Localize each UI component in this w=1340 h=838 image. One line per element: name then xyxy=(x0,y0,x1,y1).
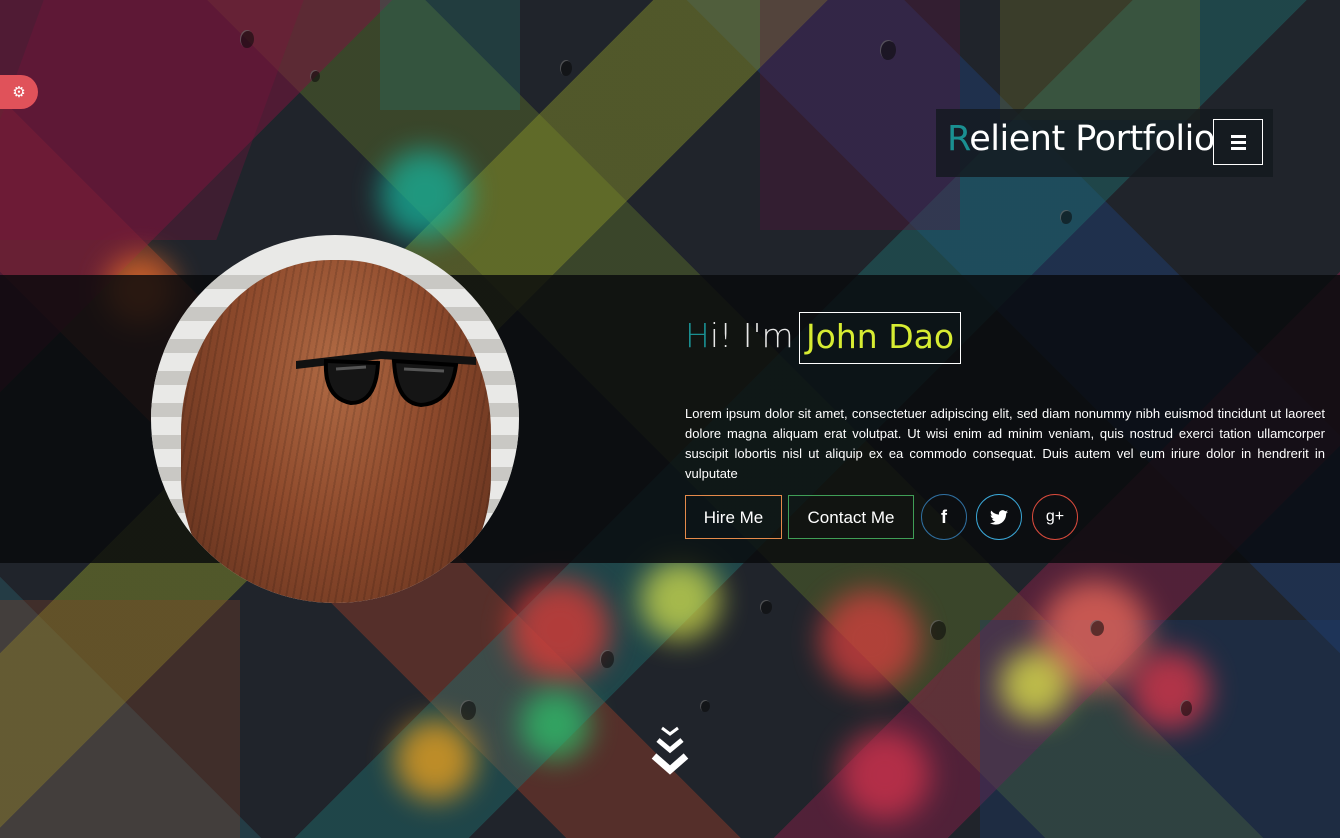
person-name: John Dao xyxy=(799,312,961,364)
bio-paragraph: Lorem ipsum dolor sit amet, consectetuer… xyxy=(685,406,1325,481)
site-title-rest: elient Portfolio xyxy=(969,119,1215,159)
google-plus-icon: g+ xyxy=(1045,508,1065,525)
hamburger-icon xyxy=(1230,134,1246,138)
site-title-initial: R xyxy=(947,119,970,159)
facebook-icon: f xyxy=(941,506,947,527)
twitter-button[interactable] xyxy=(976,494,1022,540)
scroll-down-button[interactable] xyxy=(650,724,690,784)
site-title[interactable]: Relient Portfolio xyxy=(947,117,1215,161)
chevrons-down-icon xyxy=(651,726,689,775)
settings-toggle-button[interactable]: ⚙ xyxy=(0,75,38,109)
twitter-icon xyxy=(990,509,1008,525)
hire-me-button[interactable]: Hire Me xyxy=(685,495,782,539)
menu-button[interactable] xyxy=(1213,119,1263,165)
gear-icon: ⚙ xyxy=(12,84,26,101)
profile-photo xyxy=(151,235,519,603)
google-plus-button[interactable]: g+ xyxy=(1032,494,1078,540)
contact-me-button[interactable]: Contact Me xyxy=(788,495,914,539)
greeting-heading: Hi! I'm xyxy=(685,312,794,364)
greeting-text: i! I'm xyxy=(709,316,794,355)
greeting-initial: H xyxy=(685,316,710,355)
facebook-button[interactable]: f xyxy=(921,494,967,540)
